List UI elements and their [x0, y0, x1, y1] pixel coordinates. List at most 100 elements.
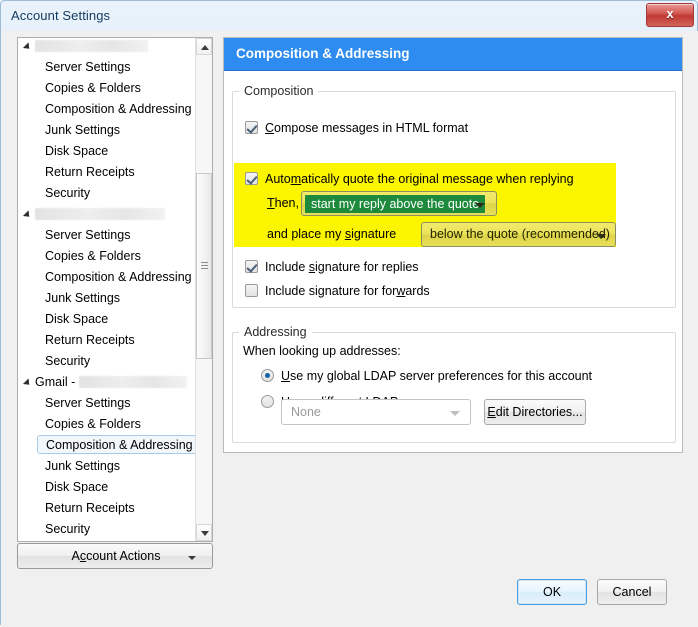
sidebar-item[interactable]: Return Receipts — [18, 162, 196, 183]
sidebar-item-label: Composition & Addressing — [45, 102, 192, 116]
scrollbar-grip-icon — [201, 262, 208, 270]
reply-position-select[interactable]: start my reply above the quote — [301, 191, 497, 216]
sidebar-item-label: Composition & Addressing — [45, 270, 192, 284]
ok-button[interactable]: OK — [517, 579, 587, 605]
sidebar-item[interactable]: Disk Space — [18, 477, 196, 498]
sidebar-item[interactable] — [18, 204, 196, 225]
chevron-down-icon — [596, 234, 606, 239]
sidebar-item-label: Disk Space — [45, 312, 109, 326]
ldap-different-radio[interactable] — [261, 395, 274, 408]
auto-quote-label: Automatically quote the original message… — [265, 172, 574, 186]
sidebar-item[interactable]: Junk Settings — [18, 288, 196, 309]
signature-position-label: and place my signature — [267, 227, 397, 241]
sidebar-item[interactable]: Return Receipts — [18, 330, 196, 351]
sidebar-item[interactable]: Security — [18, 519, 196, 540]
accounts-tree-scrollbar[interactable] — [195, 38, 212, 541]
chevron-down-icon — [450, 411, 460, 416]
chevron-down-icon — [188, 556, 196, 560]
signature-position-value: below the quote (recommended) — [430, 227, 610, 241]
sidebar-item-label: Security — [45, 522, 91, 536]
sidebar-item[interactable]: Server Settings — [18, 393, 196, 414]
sidebar-item-label: Junk Settings — [45, 459, 121, 473]
compose-html-label: Compose messages in HTML format — [265, 121, 469, 135]
account-actions-label: Account Actions — [71, 549, 161, 563]
dialog-body: Security Server Settings Copies & Folders C… — [1, 31, 698, 627]
scroll-up-arrow-icon[interactable] — [196, 38, 212, 55]
sidebar-item-selected[interactable]: Composition & Addressing — [18, 435, 196, 456]
sidebar-item[interactable]: Junk Settings — [18, 456, 196, 477]
redacted-account-name — [35, 208, 165, 220]
settings-content-pane: Composition & Addressing Composition Com… — [223, 37, 683, 453]
signature-forwards-checkbox[interactable] — [245, 284, 258, 297]
sidebar-item[interactable]: Server Settings — [18, 225, 196, 246]
sidebar-item[interactable]: Disk Space — [18, 309, 196, 330]
window-title: Account Settings — [11, 8, 111, 23]
ok-button-label: OK — [542, 585, 562, 599]
title-bar: Account Settings x — [1, 1, 697, 31]
sidebar-item-label: Return Receipts — [45, 165, 135, 179]
then-label: Then, — [267, 196, 299, 210]
edit-directories-button[interactable]: Edit Directories... — [484, 399, 586, 425]
sidebar-item[interactable]: Return Receipts — [18, 498, 196, 519]
lookup-addresses-label: When looking up addresses: — [243, 344, 401, 358]
sidebar-item[interactable]: Security — [18, 183, 196, 204]
edit-directories-label: Edit Directories... — [487, 405, 583, 419]
reply-position-value: start my reply above the quote — [305, 195, 486, 213]
redacted-account-name — [35, 40, 148, 52]
addressing-group: Addressing When looking up addresses: Us… — [232, 325, 676, 443]
sidebar-item-label: Security — [45, 354, 91, 368]
sidebar-item[interactable] — [18, 38, 196, 57]
sidebar-item-label: Copies & Folders — [45, 417, 141, 431]
cancel-button-label: Cancel — [612, 585, 652, 599]
scroll-down-arrow-icon[interactable] — [196, 524, 212, 541]
redacted-account-name — [78, 376, 187, 388]
ldap-global-radio[interactable] — [261, 369, 274, 382]
sidebar-item[interactable]: Copies & Folders — [18, 78, 196, 99]
close-icon[interactable]: x — [646, 3, 694, 27]
pane-header: Composition & Addressing — [224, 38, 682, 71]
scrollbar-thumb[interactable] — [196, 173, 212, 359]
sidebar-item-label: Junk Settings — [45, 291, 121, 305]
composition-group-title: Composition — [239, 84, 319, 98]
sidebar-item[interactable]: Security — [18, 351, 196, 372]
signature-replies-label: Include signature for replies — [265, 260, 419, 274]
sidebar-item[interactable]: Copies & Folders — [18, 414, 196, 435]
sidebar-item-label: Return Receipts — [45, 333, 135, 347]
sidebar-item[interactable]: Composition & Addressing — [18, 267, 196, 288]
sidebar-item-label: Server Settings — [45, 396, 131, 410]
sidebar-item[interactable]: Gmail - — [18, 372, 196, 393]
cancel-button[interactable]: Cancel — [597, 579, 667, 605]
sidebar-item-label: Composition & Addressing — [37, 435, 196, 454]
accounts-tree-scroll: Security Server Settings Copies & Folders C… — [18, 38, 196, 541]
page-title: Composition & Addressing — [236, 46, 410, 61]
sidebar-item-label: Copies & Folders — [45, 81, 141, 95]
sidebar-item-label: Disk Space — [45, 144, 109, 158]
signature-replies-checkbox[interactable] — [245, 260, 258, 273]
ldap-server-value: None — [291, 405, 321, 419]
account-settings-window: Account Settings x Security Server Settin… — [0, 0, 698, 627]
sidebar-item-label: Server Settings — [45, 228, 131, 242]
chevron-down-icon — [475, 203, 485, 208]
sidebar-item[interactable]: Server Settings — [18, 57, 196, 78]
scroll-down-arrow-glyph — [201, 531, 209, 536]
signature-position-select[interactable]: below the quote (recommended) — [421, 222, 616, 247]
ldap-server-select[interactable]: None — [281, 399, 471, 425]
sidebar-item[interactable]: Disk Space — [18, 141, 196, 162]
ldap-global-label: Use my global LDAP server preferences fo… — [281, 369, 593, 383]
compose-html-checkbox[interactable] — [245, 121, 258, 134]
scroll-up-arrow-glyph — [201, 45, 209, 50]
accounts-tree-pane: Security Server Settings Copies & Folders C… — [17, 37, 213, 542]
sidebar-item-label: Server Settings — [45, 60, 131, 74]
accounts-tree-list[interactable]: Security Server Settings Copies & Folders C… — [18, 38, 196, 540]
addressing-group-title: Addressing — [239, 325, 312, 339]
sidebar-item-label: Copies & Folders — [45, 249, 141, 263]
sidebar-item-label: Disk Space — [45, 480, 109, 494]
sidebar-item-label: Return Receipts — [45, 501, 135, 515]
sidebar-item-label: Junk Settings — [45, 123, 121, 137]
sidebar-item[interactable]: Copies & Folders — [18, 246, 196, 267]
sidebar-item[interactable]: Junk Settings — [18, 120, 196, 141]
auto-quote-checkbox[interactable] — [245, 172, 258, 185]
close-icon-glyph: x — [666, 6, 674, 21]
account-actions-button[interactable]: Account Actions — [17, 543, 213, 569]
sidebar-item[interactable]: Composition & Addressing — [18, 99, 196, 120]
